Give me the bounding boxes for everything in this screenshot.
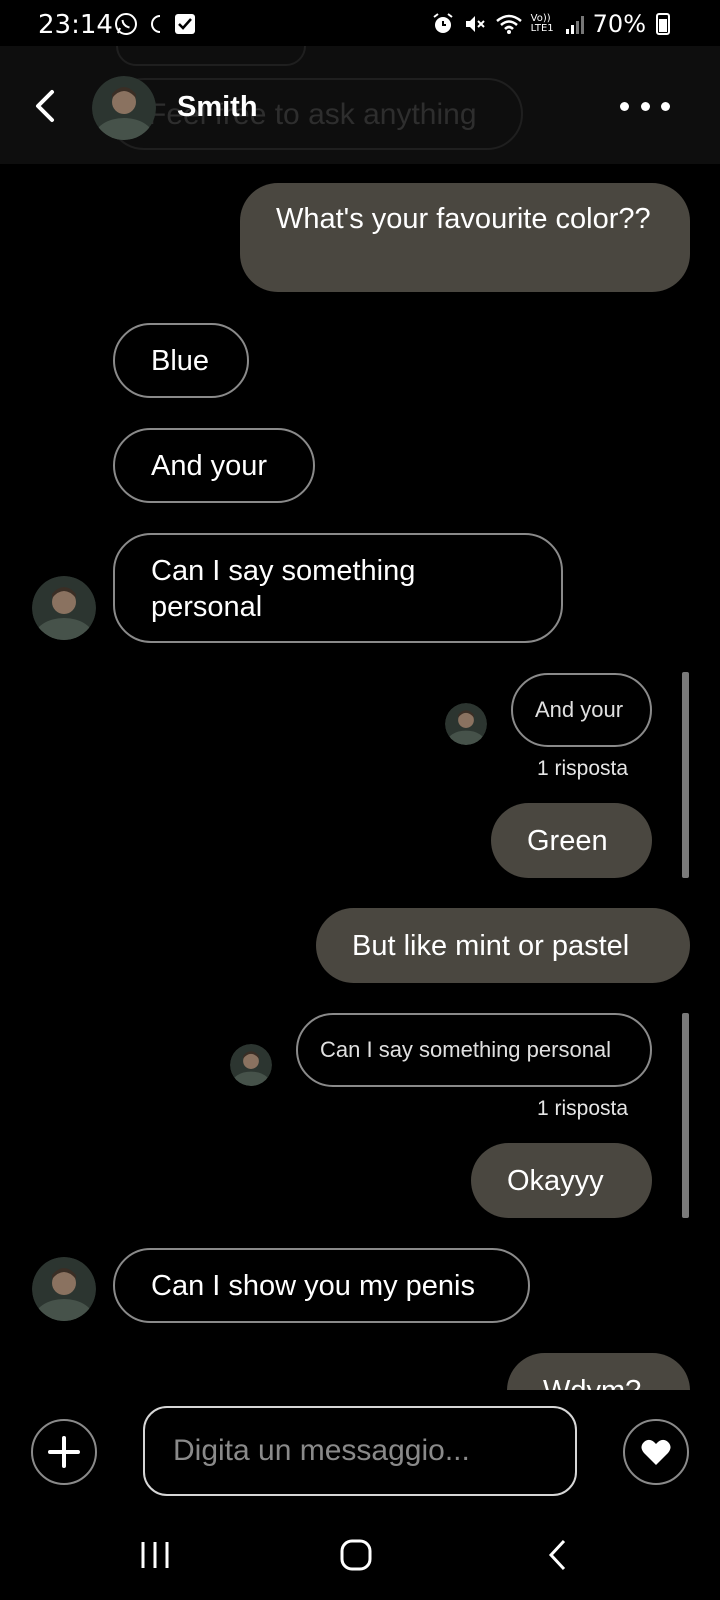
ghost-suggestion: Feel free to ask anything: [108, 78, 523, 150]
avatar[interactable]: [32, 1257, 96, 1321]
dot: [640, 101, 650, 111]
reply-count[interactable]: 1 risposta: [537, 1097, 628, 1121]
message-bubble-mine[interactable]: Green: [491, 803, 652, 878]
thread-indicator: [682, 1013, 689, 1218]
message-bubble-theirs[interactable]: And your: [113, 428, 315, 503]
quoted-message[interactable]: Can I say something personal: [296, 1013, 652, 1087]
message-text: Green: [527, 824, 608, 857]
status-left-icons: [114, 12, 196, 36]
back-arrow-icon[interactable]: [28, 86, 64, 126]
mute-icon: [465, 16, 485, 32]
back-button[interactable]: [518, 1510, 598, 1600]
quoted-text: Can I say something personal: [320, 1037, 612, 1062]
message-input[interactable]: [143, 1406, 577, 1496]
plus-icon: [48, 1436, 80, 1468]
message-bubble-mine[interactable]: Okayyy: [471, 1143, 652, 1218]
battery-percent: 70%: [592, 10, 646, 38]
like-button[interactable]: [623, 1419, 689, 1485]
add-button[interactable]: [31, 1419, 97, 1485]
avatar[interactable]: [32, 576, 96, 640]
message-bubble-theirs[interactable]: Can I say something personal: [113, 533, 563, 643]
message-bubble-theirs[interactable]: Blue: [113, 323, 249, 398]
network-label: Vo)) LTE1: [530, 13, 554, 34]
avatar[interactable]: [92, 76, 156, 140]
message-bubble-mine[interactable]: What's your favourite color??: [240, 183, 690, 292]
message-text: Blue: [151, 344, 210, 377]
partial-message-clip: Wdym?: [500, 1350, 700, 1390]
message-text: Okayyy: [507, 1164, 604, 1197]
avatar: [445, 703, 487, 745]
system-nav-bar: [0, 1510, 720, 1600]
status-time: 23:14: [38, 10, 113, 40]
message-text: And your: [151, 449, 268, 482]
checkbox-icon: [175, 14, 195, 34]
quoted-text: And your: [535, 697, 624, 722]
message-bubble-theirs[interactable]: Can I show you my penis: [113, 1248, 530, 1323]
battery-icon: [656, 13, 670, 35]
reply-count[interactable]: 1 risposta: [537, 757, 628, 781]
message-composer: [0, 1390, 720, 1510]
dot: [661, 101, 670, 111]
thread-indicator: [682, 672, 689, 878]
message-text: What's your favourite color??: [276, 203, 651, 235]
status-right-icons: Vo)) LTE1 70%: [431, 10, 670, 38]
message-bubble-mine[interactable]: But like mint or pastel: [316, 908, 690, 983]
dot: [620, 101, 629, 111]
wifi-icon: [495, 14, 522, 34]
back-icon: [548, 1539, 566, 1571]
avatar: [230, 1044, 272, 1086]
message-bubble-mine[interactable]: Wdym?: [507, 1353, 690, 1390]
recents-button[interactable]: [115, 1510, 195, 1600]
signal-icon: [565, 16, 584, 34]
message-text: Wdym?: [543, 1373, 641, 1391]
alarm-icon: [433, 13, 453, 33]
more-options-icon[interactable]: [620, 94, 670, 118]
quoted-message[interactable]: And your: [511, 673, 652, 747]
message-text: Can I show you my penis: [151, 1269, 475, 1302]
status-bar: 23:14 Vo)) LTE1 70%: [0, 0, 720, 46]
message-text: But like mint or pastel: [352, 929, 630, 962]
moon-icon: [151, 15, 161, 33]
home-icon: [340, 1539, 372, 1571]
home-button[interactable]: [316, 1510, 396, 1600]
recents-icon: [141, 1542, 169, 1568]
message-text: Can I say something personal: [151, 555, 416, 623]
heart-icon: [641, 1439, 671, 1465]
contact-name[interactable]: Smith: [177, 91, 258, 124]
chat-header: Feel free to ask anything Smith: [0, 26, 720, 164]
whatsapp-icon: [115, 13, 137, 35]
